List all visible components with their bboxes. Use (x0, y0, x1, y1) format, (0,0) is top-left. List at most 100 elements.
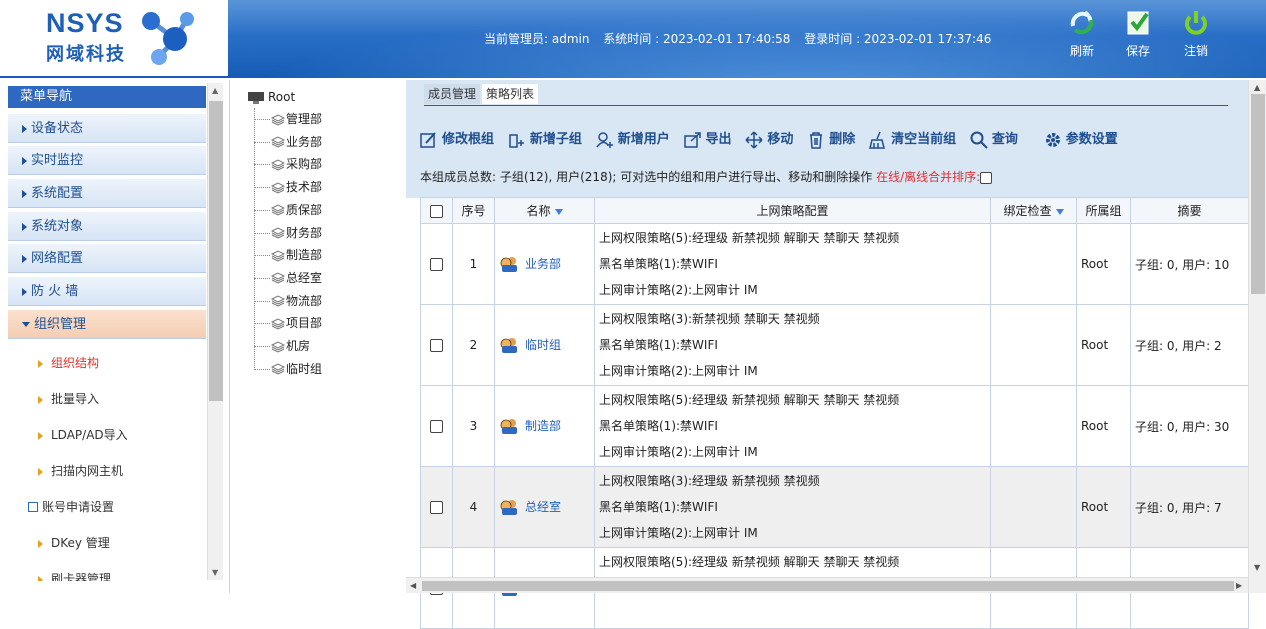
col-name-header[interactable]: 名称 (494, 197, 595, 224)
export-button[interactable]: 导出 (683, 128, 732, 149)
delete-button[interactable]: 删除 (807, 128, 855, 149)
menu-label: 网络配置 (31, 251, 84, 266)
scroll-up-icon[interactable]: ▲ (1254, 83, 1260, 92)
merge-sort-checkbox[interactable] (980, 171, 993, 184)
audit-policy: 上网审计策略(2):上网审计 IM (599, 445, 758, 459)
submenu-card-reader[interactable]: 刷卡器管理 (38, 569, 198, 581)
menu-org-management[interactable]: 组织管理 (8, 310, 206, 339)
tree-node[interactable]: 财务部 (254, 224, 322, 241)
submenu-dkey[interactable]: DKey 管理 (38, 533, 198, 553)
tree-node[interactable]: 总经室 (254, 269, 322, 286)
save-label: 保存 (1125, 44, 1150, 58)
row-checkbox[interactable] (430, 339, 443, 352)
submenu-scan-hosts[interactable]: 扫描内网主机 (38, 461, 198, 481)
tree-node[interactable]: 制造部 (254, 246, 322, 263)
group-name-link[interactable]: 临时组 (525, 338, 561, 352)
login-time: 登录时间 : 2023-02-01 17:37:46 (804, 32, 992, 46)
menu-firewall[interactable]: 防 火 墙 (8, 277, 206, 306)
blacklist-policy: 黑名单策略(1):禁WIFI (599, 338, 718, 352)
vertical-scroll-thumb[interactable] (1251, 94, 1265, 294)
tree-branch-line (254, 209, 270, 211)
tree-node-label: 总经室 (286, 270, 323, 285)
group-name-link[interactable]: 总经室 (525, 500, 561, 514)
col-summary: 摘要 (1130, 197, 1249, 224)
tree-node[interactable]: 采购部 (254, 155, 322, 172)
submenu-org-structure[interactable]: 组织结构 (38, 353, 198, 373)
sort-down-icon (554, 208, 563, 215)
group-name-link[interactable]: 制造部 (525, 419, 561, 433)
table-row[interactable]: 4 总经室 上网权限策略(3):经理级 新禁视频 禁视频 黑名单策略(1):禁WIFI… (420, 466, 1249, 548)
logout-button[interactable]: 注销 (1176, 8, 1216, 59)
logo-title: NSYS (46, 8, 124, 38)
row-summary: 子组: 0, 用户: 10 (1130, 223, 1249, 305)
table-row[interactable]: 3 制造部 上网权限策略(5):经理级 新禁视频 解聊天 禁聊天 禁视频 黑名单策略(… (420, 385, 1249, 467)
menu-device-status[interactable]: 设备状态 (8, 114, 206, 143)
main-horizontal-scrollbar[interactable]: ◀ ▶ (406, 577, 1248, 593)
sort-down-icon (1055, 208, 1064, 215)
tree-node[interactable]: 机房 (254, 337, 310, 354)
group-icon (271, 318, 285, 330)
submenu-label: 扫描内网主机 (51, 464, 124, 478)
tree-branch-line (254, 300, 270, 302)
add-user-button[interactable]: 新增用户 (596, 128, 670, 149)
tab-policy-list[interactable]: 策略列表 (482, 84, 539, 104)
table-row[interactable]: 2 临时组 上网权限策略(3):新禁视频 禁聊天 禁视频 黑名单策略(1):禁WIFI… (420, 304, 1249, 386)
tree-node[interactable]: 技术部 (254, 178, 322, 195)
horizontal-scroll-thumb[interactable] (422, 581, 1234, 591)
select-all-checkbox[interactable] (430, 204, 443, 218)
sidebar-scrollbar[interactable]: ▲ ▼ (207, 83, 223, 580)
menu-realtime-monitor[interactable]: 实时监控 (8, 146, 206, 175)
table-row[interactable]: 1 业务部 上网权限策略(5):经理级 新禁视频 解聊天 禁聊天 禁视频 黑名单策略(… (420, 223, 1249, 305)
add-user-icon (596, 131, 613, 148)
scroll-right-icon[interactable]: ▶ (1236, 581, 1242, 590)
tree-node-label: 采购部 (286, 157, 323, 172)
menu-system-config[interactable]: 系统配置 (8, 179, 206, 208)
tool-label: 修改根组 (442, 132, 495, 147)
col-binding-header[interactable]: 绑定检查 (990, 197, 1077, 224)
main-vertical-scrollbar[interactable]: ▲ ▼ (1248, 80, 1266, 593)
menu-system-objects[interactable]: 系统对象 (8, 212, 206, 241)
edit-root-button[interactable]: 修改根组 (420, 128, 494, 149)
tree-node[interactable]: 物流部 (254, 292, 322, 309)
refresh-button[interactable]: 刷新 (1062, 8, 1102, 59)
row-name-cell: 业务部 (494, 223, 595, 305)
submenu-batch-import[interactable]: 批量导入 (38, 389, 198, 409)
group-icon (271, 250, 285, 262)
add-subgroup-button[interactable]: 新增子组 (508, 128, 582, 149)
scroll-left-icon[interactable]: ◀ (410, 581, 416, 590)
move-button[interactable]: 移动 (745, 128, 793, 149)
group-name-link[interactable]: 业务部 (525, 257, 561, 271)
scroll-down-icon[interactable]: ▼ (1254, 563, 1260, 572)
tab-member-management[interactable]: 成员管理 (424, 84, 481, 104)
menu-network-config[interactable]: 网络配置 (8, 244, 206, 273)
tree-node[interactable]: 项目部 (254, 314, 322, 331)
tool-label: 清空当前组 (891, 132, 957, 147)
row-checkbox[interactable] (430, 258, 443, 271)
tree-node[interactable]: 业务部 (254, 133, 322, 150)
sidebar-scroll-thumb[interactable] (209, 101, 223, 401)
scroll-down-icon[interactable]: ▼ (212, 568, 218, 577)
row-select-cell (420, 223, 453, 305)
audit-policy (595, 601, 990, 627)
tree-node-label: 管理部 (286, 112, 323, 126)
clear-group-button[interactable]: 清空当前组 (869, 128, 956, 149)
submenu-ldap-import[interactable]: LDAP/AD导入 (38, 425, 198, 445)
scroll-up-icon[interactable]: ▲ (212, 86, 218, 95)
row-checkbox[interactable] (430, 501, 443, 514)
group-icon (271, 136, 285, 148)
move-icon (745, 130, 763, 149)
query-button[interactable]: 查询 (970, 128, 1018, 149)
tree-node[interactable]: 管理部 (254, 110, 322, 127)
tree-node[interactable]: 质保部 (254, 201, 322, 218)
bullet-icon (38, 575, 43, 581)
group-icon (271, 227, 285, 239)
logo-subtitle: 网域科技 (46, 44, 126, 65)
row-checkbox[interactable] (430, 420, 443, 433)
tree-node[interactable]: 临时组 (254, 360, 322, 377)
save-button[interactable]: 保存 (1118, 8, 1158, 59)
tree-root[interactable]: Root (248, 90, 295, 104)
submenu-label: 批量导入 (51, 392, 100, 406)
param-settings-button[interactable]: 参数设置 (1044, 128, 1118, 149)
submenu-account-apply[interactable]: 账号申请设置 (28, 497, 188, 517)
group-icon (271, 182, 285, 194)
